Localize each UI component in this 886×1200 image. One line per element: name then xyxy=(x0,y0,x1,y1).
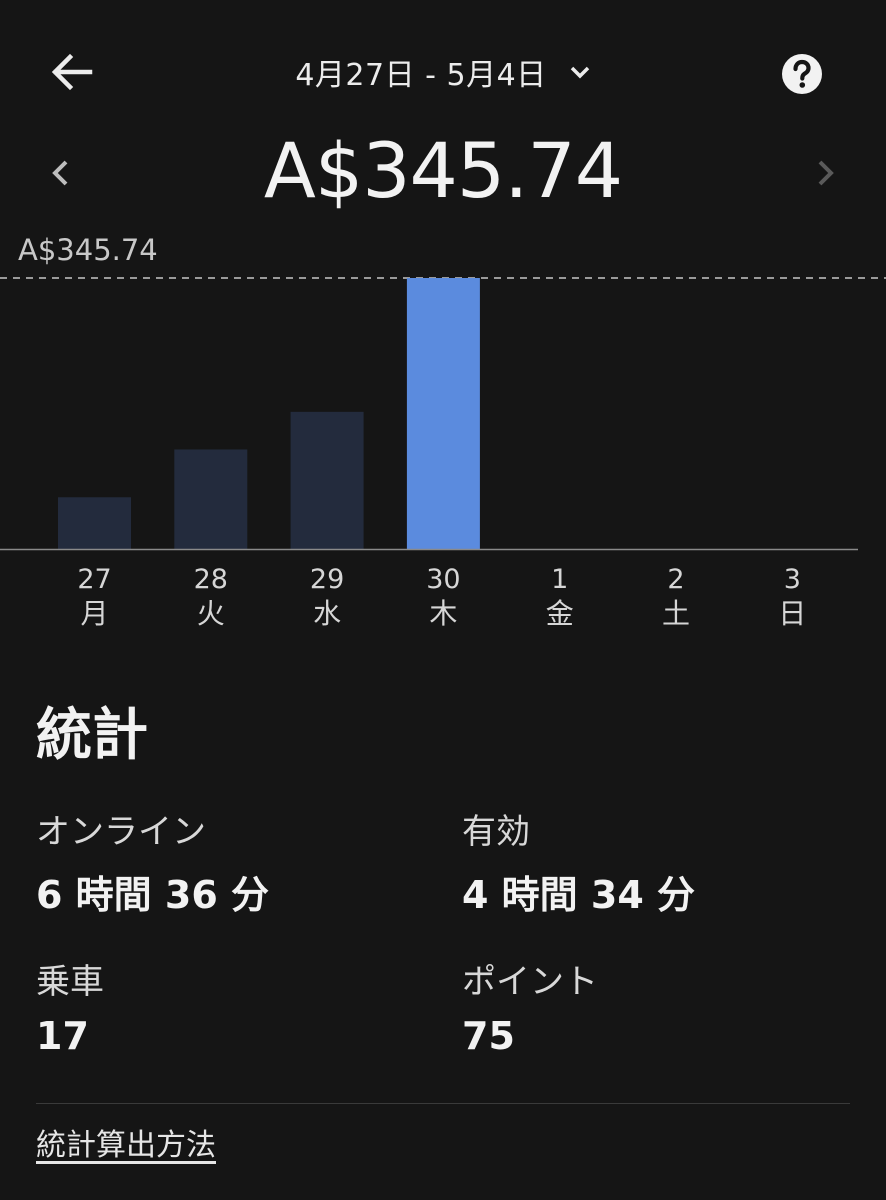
active-value: 4 時間 34 分 xyxy=(462,873,696,917)
x-tick-date: 27 xyxy=(77,564,111,595)
divider xyxy=(36,1103,850,1104)
trips-label: 乗車 xyxy=(36,962,104,1002)
x-tick-weekday: 火 xyxy=(197,597,225,630)
header: 4月27日 - 5月4日 xyxy=(0,0,886,140)
back-button[interactable] xyxy=(46,46,98,98)
help-button[interactable] xyxy=(780,52,824,96)
x-tick-weekday: 金 xyxy=(546,597,574,630)
x-tick-weekday: 土 xyxy=(662,597,690,630)
chart-bar[interactable] xyxy=(290,411,364,549)
max-value-label: A$345.74 xyxy=(18,233,158,267)
chart-bar[interactable] xyxy=(58,497,131,549)
chevron-down-icon xyxy=(570,66,589,79)
date-range-selector[interactable]: 4月27日 - 5月4日 xyxy=(250,46,636,98)
x-tick-weekday: 日 xyxy=(778,597,806,630)
chart-bar[interactable] xyxy=(406,278,480,549)
chart-bar[interactable] xyxy=(174,449,248,549)
question-circle-icon xyxy=(782,54,822,94)
chevron-right-icon xyxy=(818,160,834,186)
points-label: ポイント xyxy=(462,962,598,1002)
x-tick-date: 3 xyxy=(784,564,801,595)
x-tick-date: 29 xyxy=(310,564,344,595)
x-tick-date: 2 xyxy=(667,564,684,595)
x-tick-date: 1 xyxy=(551,564,568,595)
x-tick-date: 30 xyxy=(426,564,460,595)
stats-title: 統計 xyxy=(36,703,148,768)
date-range-label: 4月27日 - 5月4日 xyxy=(295,58,547,93)
earnings-chart: A$345.74 27月 28火 29水 30木 1金 2土 3日 xyxy=(0,233,886,630)
x-tick-weekday: 木 xyxy=(429,597,457,630)
x-tick-weekday: 水 xyxy=(313,597,341,630)
trips-value: 17 xyxy=(36,1014,89,1058)
total-earnings: A$345.74 xyxy=(263,126,623,215)
x-tick-date: 28 xyxy=(194,564,228,595)
active-label: 有効 xyxy=(462,812,530,852)
next-week-button[interactable] xyxy=(806,148,846,198)
online-value: 6 時間 36 分 xyxy=(36,873,270,917)
points-value: 75 xyxy=(462,1014,515,1058)
stats-method-link[interactable]: 統計算出方法 xyxy=(36,1120,216,1164)
arrow-left-icon xyxy=(51,53,93,91)
online-label: オンライン xyxy=(36,812,206,852)
x-tick-weekday: 月 xyxy=(80,597,108,630)
